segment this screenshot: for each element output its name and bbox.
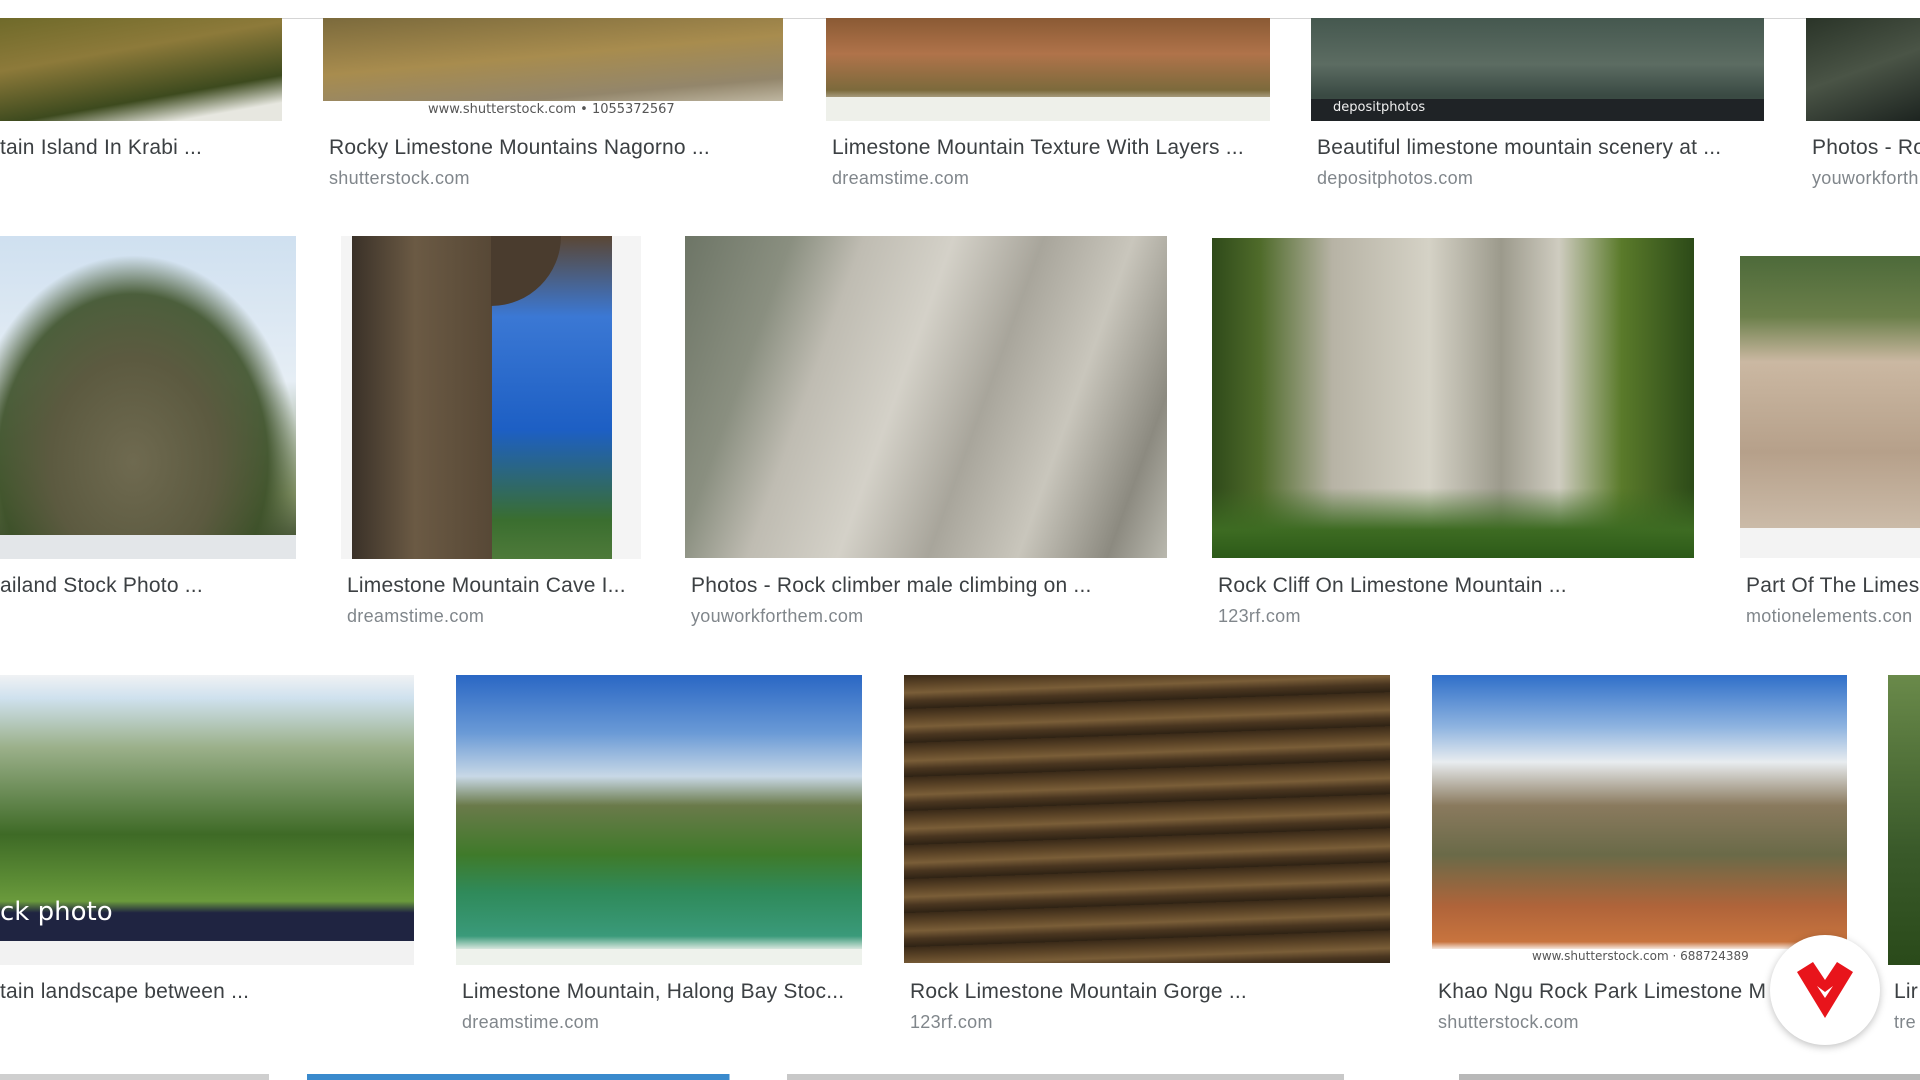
result-card[interactable]: Photos - Rock climber male climbing on .… — [685, 236, 1167, 636]
result-card[interactable]: Rock Cliff On Limestone Mountain ... 123… — [1212, 236, 1694, 636]
result-source[interactable]: depositphotos.com — [1317, 168, 1473, 189]
result-card[interactable]: Limestone Mountain Texture With Layers .… — [826, 18, 1270, 198]
result-source[interactable]: motionelements.con — [1746, 606, 1913, 627]
result-thumbnail[interactable] — [1212, 238, 1694, 558]
watermark-text: depositphotos — [1333, 100, 1426, 115]
result-title[interactable]: Photos - Ro — [1812, 136, 1920, 160]
result-card[interactable]: Limestone Mountain, Halong Bay Stoc... d… — [456, 675, 862, 1050]
result-thumbnail[interactable] — [1740, 256, 1920, 558]
result-card[interactable]: www.shutterstock.com • 1055372567 Rocky … — [323, 18, 783, 198]
floating-logo-button[interactable] — [1770, 935, 1880, 1045]
result-title[interactable]: Limestone Mountain, Halong Bay Stoc... — [462, 980, 862, 1004]
result-title[interactable]: Khao Ngu Rock Park Limestone M — [1438, 980, 1768, 1004]
result-thumbnail[interactable]: www.shutterstock.com · 688724389 — [1432, 675, 1847, 965]
result-source[interactable]: dreamstime.com — [462, 1012, 599, 1033]
result-title[interactable]: Lir — [1894, 980, 1920, 1004]
result-thumbnail[interactable] — [1888, 675, 1920, 965]
result-card[interactable]: tain Island In Krabi ... — [0, 18, 282, 198]
result-title[interactable]: Rocky Limestone Mountains Nagorno ... — [329, 136, 783, 160]
result-title[interactable]: Beautiful limestone mountain scenery at … — [1317, 136, 1764, 160]
result-source[interactable]: youworkforth — [1812, 168, 1919, 189]
result-source[interactable]: dreamstime.com — [832, 168, 969, 189]
result-thumbnail[interactable]: www.shutterstock.com • 1055372567 — [323, 18, 783, 121]
result-source[interactable]: shutterstock.com — [1438, 1012, 1579, 1033]
result-card[interactable]: Photos - Ro youworkforth — [1806, 18, 1920, 198]
result-card[interactable]: Lir tre — [1888, 675, 1920, 1050]
result-thumbnail[interactable] — [341, 236, 641, 559]
result-thumbnail[interactable] — [904, 675, 1390, 963]
heart-logo-icon — [1797, 962, 1853, 1018]
result-title[interactable]: tain Island In Krabi ... — [0, 136, 282, 160]
result-thumbnail[interactable] — [1806, 18, 1920, 121]
result-card[interactable]: Rock Limestone Mountain Gorge ... 123rf.… — [904, 675, 1390, 1050]
result-thumbnail[interactable] — [456, 675, 862, 965]
result-source[interactable]: tre — [1894, 1012, 1916, 1033]
top-divider — [0, 0, 1920, 19]
result-thumbnail[interactable] — [685, 236, 1167, 558]
result-source[interactable]: 123rf.com — [1218, 606, 1301, 627]
result-thumbnail[interactable] — [0, 236, 296, 559]
result-title[interactable]: Part Of The Limes — [1746, 574, 1920, 598]
result-thumbnail[interactable] — [826, 18, 1270, 121]
watermark-text: www.shutterstock.com · 688724389 — [1532, 949, 1749, 963]
watermark-text: www.shutterstock.com • 1055372567 — [428, 102, 675, 117]
result-card[interactable]: depositphotos Beautiful limestone mounta… — [1311, 18, 1764, 198]
result-title[interactable]: Limestone Mountain Texture With Layers .… — [832, 136, 1270, 160]
next-row-hint — [0, 1074, 1920, 1080]
result-source[interactable]: 123rf.com — [910, 1012, 993, 1033]
result-card[interactable]: Part Of The Limes motionelements.con — [1740, 236, 1920, 636]
result-card[interactable]: ailand Stock Photo ... — [0, 236, 296, 636]
result-title[interactable]: tain landscape between ... — [0, 980, 414, 1004]
result-thumbnail[interactable]: ck photo — [0, 675, 414, 965]
result-thumbnail[interactable]: depositphotos — [1311, 18, 1764, 121]
result-title[interactable]: Rock Cliff On Limestone Mountain ... — [1218, 574, 1694, 598]
result-title[interactable]: Photos - Rock climber male climbing on .… — [691, 574, 1167, 598]
result-thumbnail[interactable] — [0, 18, 282, 121]
result-source[interactable]: shutterstock.com — [329, 168, 470, 189]
result-title[interactable]: Rock Limestone Mountain Gorge ... — [910, 980, 1390, 1004]
result-title[interactable]: Limestone Mountain Cave I... — [347, 574, 641, 598]
result-source[interactable]: dreamstime.com — [347, 606, 484, 627]
result-card[interactable]: ck photo tain landscape between ... — [0, 675, 414, 1050]
watermark-text: ck photo — [0, 897, 113, 927]
result-card[interactable]: Limestone Mountain Cave I... dreamstime.… — [341, 236, 641, 636]
result-source[interactable]: youworkforthem.com — [691, 606, 863, 627]
result-title[interactable]: ailand Stock Photo ... — [0, 574, 296, 598]
